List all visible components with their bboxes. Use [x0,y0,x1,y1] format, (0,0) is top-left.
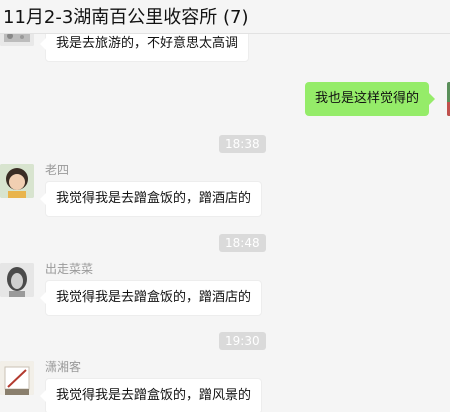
sender-name: 老四 [45,163,70,177]
timestamp-badge: 18:48 [219,234,266,252]
chat-title[interactable]: 11月2-3湖南百公里收容所 (7) [3,3,249,29]
message-bubble[interactable]: 我觉得我是去蹭盒饭的，蹭酒店的 [39,280,263,316]
chat-title-bar: 11月2-3湖南百公里收容所 (7) [0,0,450,34]
timestamp-badge: 18:38 [219,135,266,153]
message-bubble-outgoing[interactable]: 我也是这样觉得的 [305,82,436,116]
avatar[interactable] [0,361,34,395]
chat-message-list[interactable]: 我是去旅游的，不好意思太高调 我也是这样觉得的 18:38 老四 我觉得我是去蹭… [0,34,450,412]
sender-name: 潇湘客 [45,360,82,374]
sender-name: 出走菜菜 [45,262,94,276]
avatar[interactable] [0,164,34,198]
avatar[interactable] [0,34,34,46]
message-bubble[interactable]: 我觉得我是去蹭盒饭的，蹭酒店的 [39,181,263,217]
message-bubble[interactable]: 我是去旅游的，不好意思太高调 [39,34,250,62]
timestamp-badge: 19:30 [219,332,266,350]
avatar[interactable] [0,263,34,297]
message-bubble[interactable]: 我觉得我是去蹭盒饭的，蹭风景的 [39,378,263,412]
